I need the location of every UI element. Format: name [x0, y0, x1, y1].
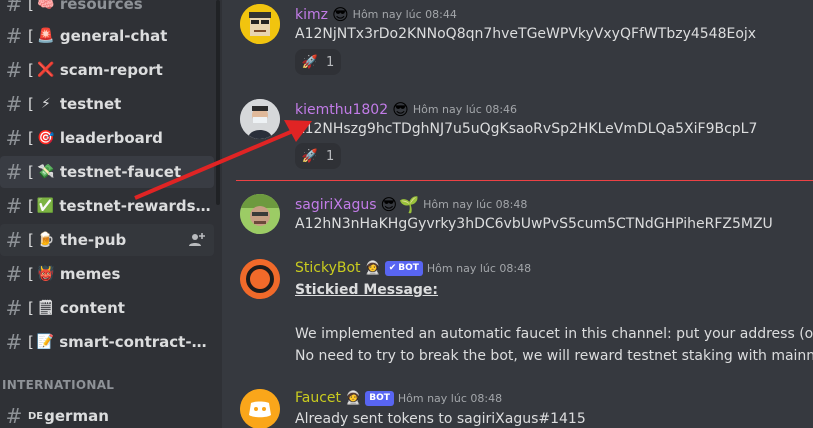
new-messages-divider [236, 180, 813, 181]
add-member-icon[interactable] [188, 231, 206, 249]
hash-icon: # [5, 126, 23, 150]
channel-label: testnet-rewards-... [59, 197, 214, 215]
author-name[interactable]: Faucet [295, 390, 341, 406]
message-content: No need to try to break the bot, we will… [295, 348, 813, 364]
hash-icon: # [5, 296, 23, 320]
channel-sidebar: # [ 🧠 resources # [ 🚨 general-chat # [ ❌… [0, 0, 222, 428]
channel-label: testnet-faucet [59, 163, 182, 181]
hash-icon: # [5, 92, 23, 116]
siren-icon: 🚨 [37, 28, 55, 44]
channel-label: resources [59, 0, 143, 13]
message-header: kimz 😎 Hôm nay lúc 08:44 [295, 5, 457, 24]
sidebar-item-leaderboard[interactable]: # [ 🎯 leaderboard [0, 122, 214, 154]
money-icon: 💸 [37, 164, 55, 180]
message-content: Already sent tokens to sagiriXagus#1415 [295, 411, 586, 427]
avatar[interactable] [240, 99, 280, 139]
sunglasses-emoji-icon: 😎 [380, 195, 398, 214]
channel-label: scam-report [59, 61, 163, 79]
astronaut-icon: 🧑‍🚀 [364, 260, 381, 276]
sidebar-item-testnet-rewards[interactable]: # [ ✅ testnet-rewards-... [0, 190, 214, 222]
sidebar-item-smart-contract[interactable]: # [ 📝 smart-contract-e... [0, 326, 214, 358]
rocket-icon: 🚀 [301, 148, 318, 164]
author-name[interactable]: StickyBot [295, 260, 361, 276]
sticky-title: Stickied Message: [295, 282, 439, 298]
avatar[interactable] [240, 259, 280, 299]
author-name[interactable]: kimz [295, 7, 328, 23]
channel-label: smart-contract-e... [59, 333, 214, 351]
beer-icon: 🍺 [37, 232, 55, 248]
discord-window: # [ 🧠 resources # [ 🚨 general-chat # [ ❌… [0, 0, 813, 428]
brain-icon: 🧠 [37, 0, 55, 12]
bot-badge: ✔ BOT [384, 260, 423, 276]
author-name[interactable]: sagiriXagus [295, 197, 377, 213]
hash-icon: # [5, 58, 23, 82]
author-name[interactable]: kiemthu1802 [295, 102, 388, 118]
channel-label: the-pub [59, 231, 127, 249]
timestamp: Hôm nay lúc 08:48 [397, 391, 503, 405]
timestamp: Hôm nay lúc 08:48 [423, 198, 528, 211]
channel-label: general-chat [59, 27, 168, 45]
memo-icon: 📝 [36, 334, 55, 350]
message-header: StickyBot 🧑‍🚀 ✔ BOT Hôm nay lúc 08:48 [295, 260, 531, 276]
sidebar-item-general-chat[interactable]: # [ 🚨 general-chat [0, 20, 214, 52]
hash-icon: # [5, 24, 23, 48]
message-header: sagiriXagus 😎 🌱 Hôm nay lúc 08:48 [295, 195, 527, 214]
bot-badge: BOT [365, 390, 394, 406]
channel-label: leaderboard [59, 129, 163, 147]
message-content: We implemented an automatic faucet in th… [295, 326, 813, 342]
hash-icon: # [5, 404, 23, 428]
rocket-icon: 🚀 [301, 54, 318, 70]
sidebar-item-scam-report[interactable]: # [ ❌ scam-report [0, 54, 214, 86]
reaction-count: 1 [325, 54, 335, 70]
category-international[interactable]: INTERNATIONAL [2, 378, 114, 392]
hash-icon: # [5, 160, 23, 184]
sidebar-item-german[interactable]: # DE german [0, 400, 214, 428]
sprout-icon: 🌱 [399, 195, 420, 214]
message-content: A12NjNTx3rDo2KNNoQ8qn7hveTGeWPVkyVxyQFfW… [295, 26, 757, 42]
ogre-icon: 👹 [37, 266, 55, 282]
verified-check-icon: ✔ [388, 263, 397, 273]
channel-label: memes [59, 265, 121, 283]
message-content: A12NHszg9hcTDghNJ7u5uQgKsaoRvSp2HKLeVmDL… [295, 121, 758, 137]
sidebar-scrollbar[interactable] [216, 0, 220, 205]
message-content: A12hN3nHaKHgGyvrky3hDC6vbUwPvS5cum5CTNdG… [295, 216, 773, 232]
timestamp: Hôm nay lúc 08:48 [426, 261, 532, 275]
sidebar-item-testnet[interactable]: # [ ⚡ testnet [0, 88, 214, 120]
sidebar-item-resources[interactable]: # [ 🧠 resources [0, 0, 214, 20]
cross-mark-icon: ❌ [37, 62, 55, 78]
sidebar-item-memes[interactable]: # [ 👹 memes [0, 258, 214, 290]
avatar[interactable] [240, 389, 280, 428]
german-flag-label: DE [28, 410, 44, 422]
hash-icon: # [5, 330, 23, 354]
avatar[interactable] [240, 4, 280, 44]
timestamp: Hôm nay lúc 08:46 [412, 103, 518, 116]
sunglasses-emoji-icon: 😎 [392, 100, 409, 119]
reaction-rocket[interactable]: 🚀 1 [295, 143, 341, 169]
message-list: kimz 😎 Hôm nay lúc 08:44 A12NjNTx3rDo2KN… [222, 0, 813, 428]
hash-icon: # [5, 194, 23, 218]
target-icon: 🎯 [37, 130, 55, 146]
reaction-count: 1 [325, 148, 335, 164]
hash-icon: # [5, 228, 23, 252]
check-mark-icon: ✅ [36, 198, 55, 214]
hash-icon: # [5, 0, 23, 16]
channel-label: testnet [59, 95, 122, 113]
sunglasses-emoji-icon: 😎 [331, 5, 349, 24]
astronaut-icon: 🧑‍🚀 [345, 390, 362, 406]
sidebar-item-the-pub[interactable]: # [ 🍺 the-pub [0, 224, 214, 256]
message-header: Faucet 🧑‍🚀 BOT Hôm nay lúc 08:48 [295, 390, 502, 406]
timestamp: Hôm nay lúc 08:44 [352, 8, 457, 21]
hash-icon: # [5, 262, 23, 286]
sidebar-item-content[interactable]: # [ 🗒 content [0, 292, 214, 324]
reaction-rocket[interactable]: 🚀 1 [295, 49, 341, 75]
lightning-icon: ⚡ [40, 96, 51, 112]
channel-label: content [59, 299, 125, 317]
channel-label: german [44, 407, 109, 425]
avatar[interactable] [240, 194, 280, 234]
notepad-icon: 🗒 [36, 300, 55, 316]
message-header: kiemthu1802 😎 Hôm nay lúc 08:46 [295, 100, 517, 119]
sidebar-item-testnet-faucet[interactable]: # [ 💸 testnet-faucet [0, 156, 214, 188]
